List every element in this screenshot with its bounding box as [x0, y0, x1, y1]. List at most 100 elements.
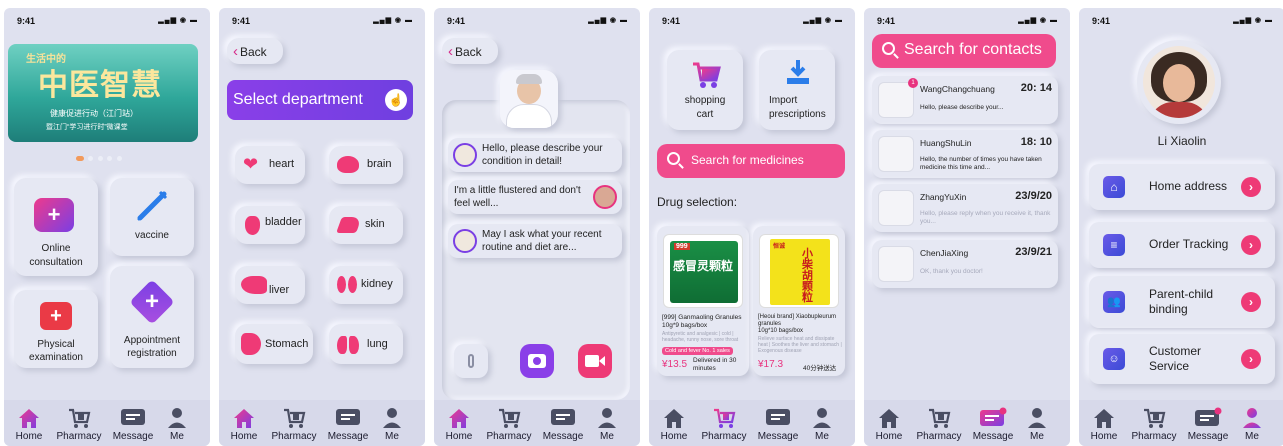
tab-pharmacy[interactable]: Pharmacy [484, 406, 534, 442]
dept-lung-button[interactable]: lung [329, 324, 403, 364]
dept-heart-button[interactable]: ❤ heart [235, 146, 305, 184]
menu-home-address[interactable]: ⌂ Home address › [1089, 164, 1275, 210]
voice-button[interactable] [454, 344, 488, 378]
stomach-icon [241, 333, 261, 355]
signal-wifi-battery-icon: ▂▄▆ ◉ ▬ [373, 17, 413, 24]
profile-avatar[interactable] [1137, 40, 1221, 124]
back-button[interactable]: ‹ Back [442, 38, 498, 64]
drug-selection-title: Drug selection: [657, 195, 738, 209]
tab-message[interactable]: Message [968, 406, 1018, 442]
video-camera-icon [585, 355, 599, 367]
status-time: 9:41 [447, 16, 466, 26]
kidney-icon-right [348, 276, 357, 293]
page-dot [116, 156, 122, 161]
import-prescriptions-label: Import prescriptions [769, 95, 826, 120]
profile-face [1163, 64, 1195, 102]
department-header-title: Select department [233, 91, 363, 108]
online-consultation-tile[interactable]: + Online consultation [14, 178, 98, 276]
dept-stomach-button[interactable]: Stomach [235, 324, 313, 364]
tab-pharmacy[interactable]: Pharmacy [54, 406, 104, 442]
tap-hand-icon: ☝ [385, 89, 407, 111]
screen-messages: 9:41 ▂▄▆ ◉ ▬ Search for contacts 1 WangC… [864, 8, 1070, 446]
tab-pharmacy[interactable]: Pharmacy [1129, 406, 1179, 442]
tab-me[interactable]: Me [797, 406, 847, 442]
promo-banner[interactable]: 生活中的 中医智慧 健康促进行动（江门站） 暨江门“学习进行时”微课堂 [8, 44, 198, 142]
screen-home: 9:41 ▂▄▆ ◉ ▬ 生活中的 中医智慧 健康促进行动（江门站） 暨江门“学… [4, 8, 210, 446]
chevron-left-icon: ‹ [448, 43, 453, 60]
chat-message-text: I'm a little flustered and don't feel we… [454, 185, 581, 209]
tab-label: Pharmacy [916, 431, 962, 442]
dept-bladder-button[interactable]: bladder [235, 206, 305, 244]
tab-message[interactable]: Message [108, 406, 158, 442]
medical-cross-plus: + [144, 288, 159, 315]
menu-order-tracking[interactable]: ≡ Order Tracking › [1089, 222, 1275, 268]
page-dot-active [76, 156, 84, 161]
doctor-avatar-small [453, 229, 477, 253]
tab-home[interactable]: Home [434, 406, 484, 442]
contact-time: 23/9/21 [1015, 246, 1052, 258]
shopping-cart-icon [693, 62, 721, 88]
contact-item[interactable]: ZhangYuXin 23/9/20 Hello, please reply w… [872, 184, 1058, 232]
physical-examination-tile[interactable]: + Physical examination [14, 290, 98, 368]
tab-pharmacy[interactable]: Pharmacy [914, 406, 964, 442]
banner-line-2: 暨江门“学习进行时”微课堂 [46, 124, 128, 131]
home-icon [1094, 409, 1114, 428]
camera-button[interactable] [520, 344, 554, 378]
drug-card[interactable]: 恒诚 小柴胡颗粒 [Heoui brand] Xiaobupleurum gra… [753, 226, 845, 376]
video-call-button[interactable] [578, 344, 612, 378]
shopping-cart-button[interactable]: shopping cart [667, 50, 743, 130]
medicine-search-bar[interactable]: Search for medicines [657, 144, 845, 178]
dept-liver-button[interactable]: liver [235, 266, 305, 304]
drug-card[interactable]: 999 感冒灵颗粒 [999] Ganmaoling Granules 10g*… [657, 226, 749, 376]
tab-home[interactable]: Home [864, 406, 914, 442]
tab-me[interactable]: Me [1012, 406, 1062, 442]
dept-kidney-button[interactable]: kidney [329, 266, 403, 304]
back-button[interactable]: ‹ Back [227, 38, 283, 64]
contact-item[interactable]: ChenJiaXing 23/9/21 OK, thank you doctor… [872, 240, 1058, 288]
menu-parent-child-binding[interactable]: 👥 Parent-child binding › [1089, 276, 1275, 328]
user-icon [168, 408, 186, 428]
home-icon [879, 409, 899, 428]
appointment-registration-label: Appointment registration [123, 335, 181, 359]
vaccine-tile[interactable]: vaccine [110, 178, 194, 256]
status-bar: 9:41 ▂▄▆ ◉ ▬ [4, 14, 210, 28]
doctor-coat [506, 104, 552, 128]
tab-me[interactable]: Me [582, 406, 632, 442]
department-header: Select department ☝ [227, 80, 413, 120]
appointment-registration-tile[interactable]: + Appointment registration [110, 266, 194, 368]
tab-home[interactable]: Home [219, 406, 269, 442]
contact-item[interactable]: 1 WangChangchuang 20: 14 Hello, please d… [872, 76, 1058, 124]
message-icon [1195, 407, 1222, 426]
tab-message[interactable]: Message [1183, 406, 1233, 442]
dept-label: brain [367, 158, 392, 170]
dept-brain-button[interactable]: brain [329, 146, 403, 184]
tab-message[interactable]: Message [323, 406, 373, 442]
tab-home[interactable]: Home [4, 406, 54, 442]
document-icon: ≡ [1103, 234, 1125, 256]
signal-wifi-battery-icon: ▂▄▆ ◉ ▬ [1233, 17, 1273, 24]
menu-customer-service[interactable]: ☺ Customer Service › [1089, 334, 1275, 384]
banner-pagination[interactable] [76, 148, 122, 166]
dept-label: Stomach [265, 338, 309, 350]
page-dot [88, 156, 94, 161]
tab-pharmacy[interactable]: Pharmacy [699, 406, 749, 442]
tab-me[interactable]: Me [367, 406, 417, 442]
tab-home[interactable]: Home [1079, 406, 1129, 442]
tab-home[interactable]: Home [649, 406, 699, 442]
tab-me[interactable]: Me [152, 406, 202, 442]
tab-label: Message [1187, 431, 1229, 442]
tab-me[interactable]: Me [1227, 406, 1277, 442]
tab-message[interactable]: Message [538, 406, 588, 442]
dept-skin-button[interactable]: skin [329, 206, 403, 244]
contact-last-message: Hello, please reply when you receive it,… [920, 210, 1051, 225]
import-prescriptions-button[interactable]: Import prescriptions [759, 50, 835, 130]
drug-delivery-time: 40分钟送达 [803, 365, 837, 372]
contact-time: 23/9/20 [1015, 190, 1052, 202]
contact-name: ChenJiaXing [920, 248, 969, 258]
banner-line-1: 健康促进行动（江门站） [50, 109, 138, 118]
dept-label: kidney [361, 278, 393, 290]
contact-item[interactable]: HuangShuLin 18: 10 Hello, the number of … [872, 130, 1058, 178]
contact-search-bar[interactable]: Search for contacts [872, 34, 1056, 68]
tab-message[interactable]: Message [753, 406, 803, 442]
tab-pharmacy[interactable]: Pharmacy [269, 406, 319, 442]
